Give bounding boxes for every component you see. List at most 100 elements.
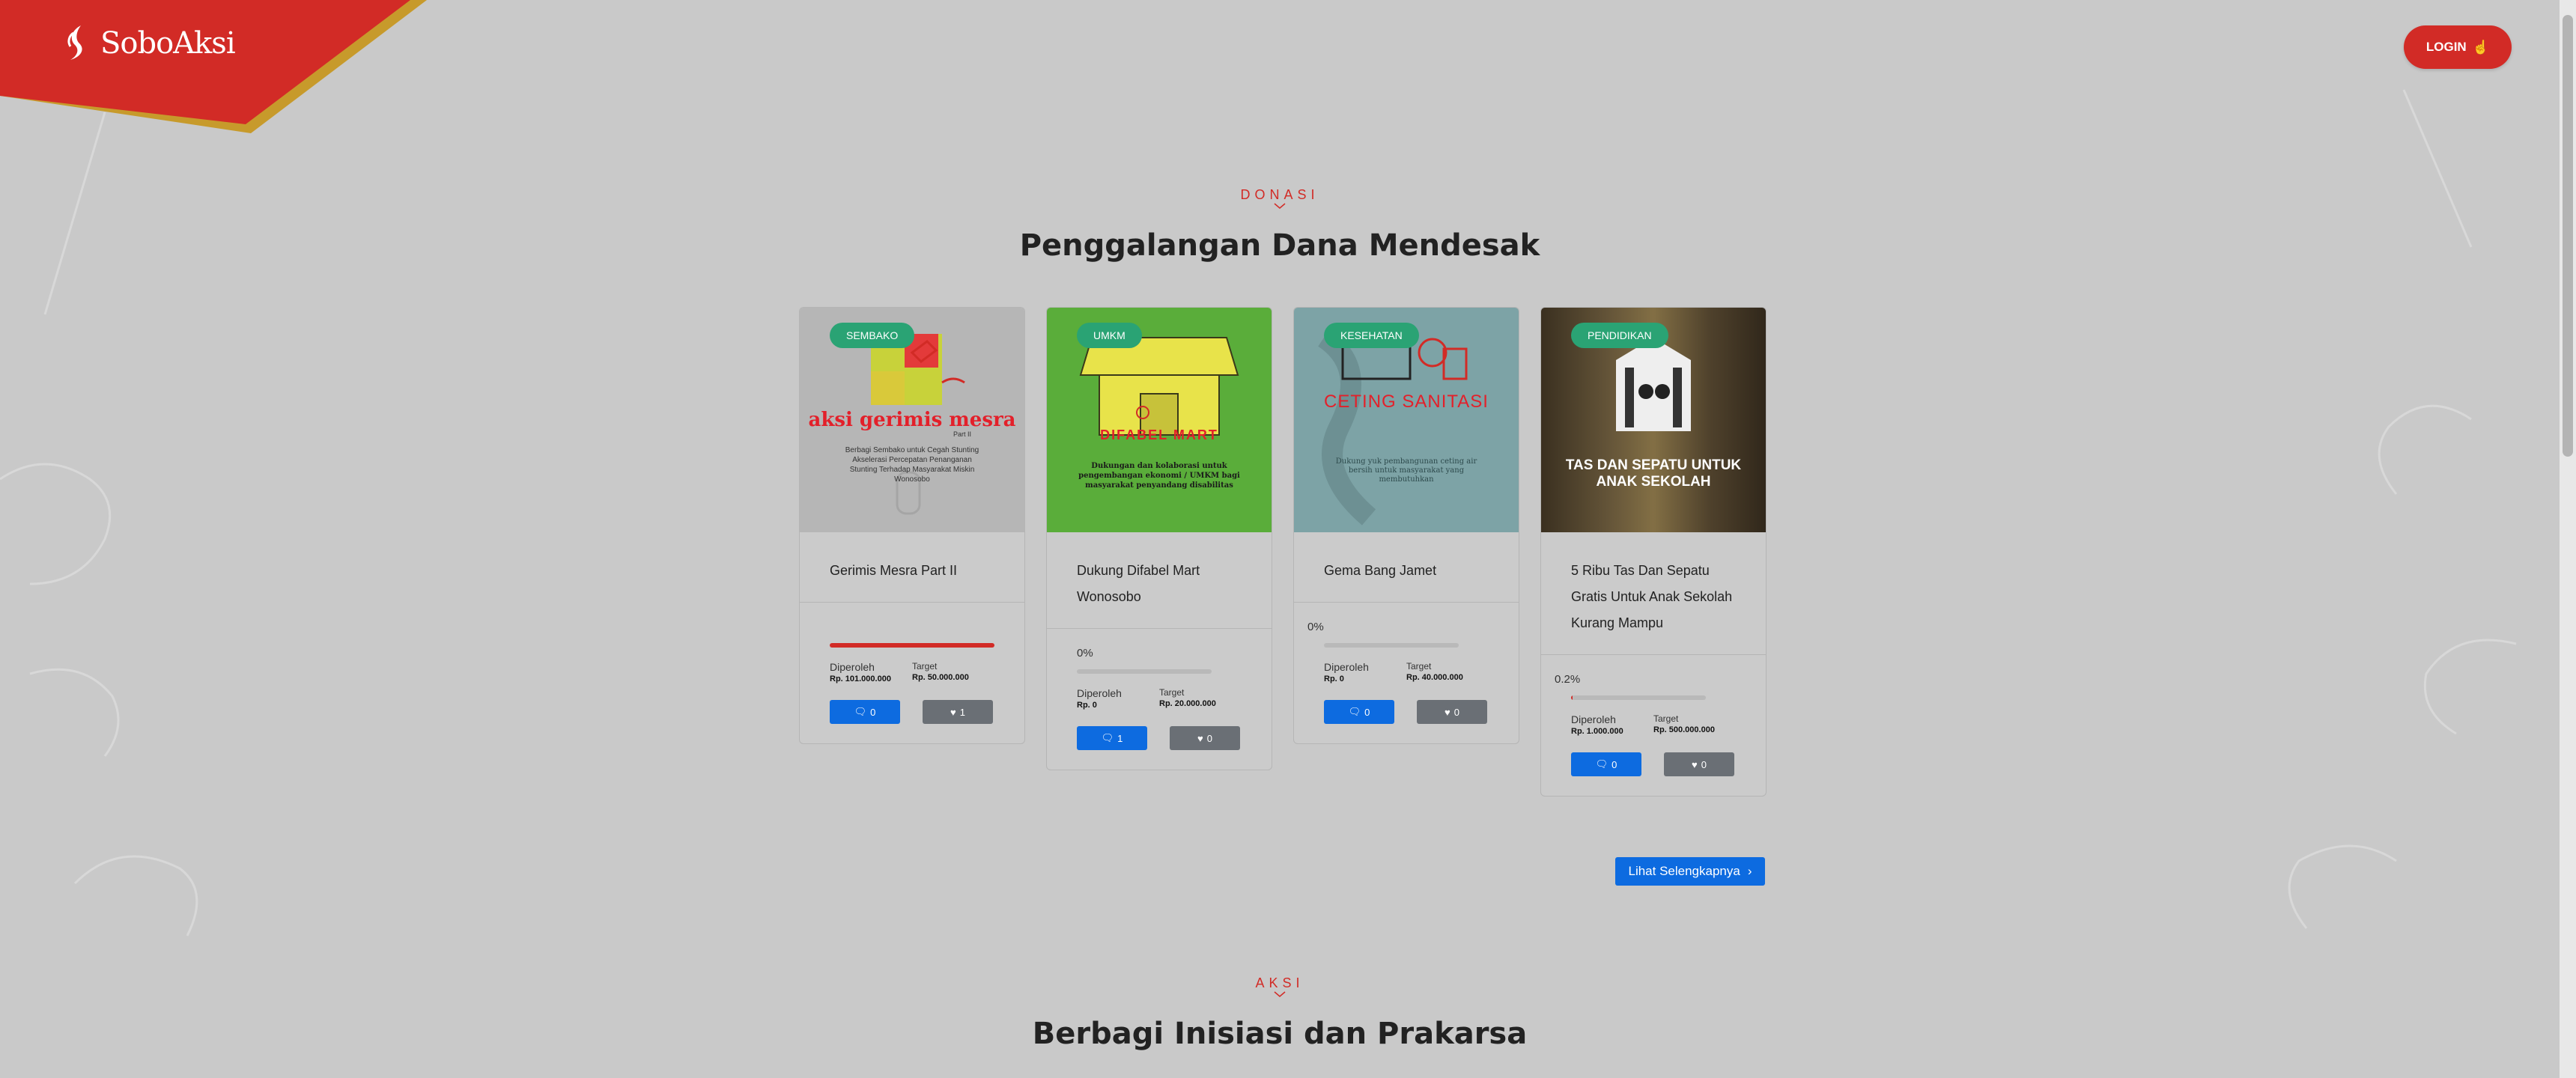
campaign-card[interactable]: SEMBAKO aksi gerimis mesra Part II Berba… [799, 307, 1025, 744]
campaign-image[interactable]: SEMBAKO aksi gerimis mesra Part II Berba… [800, 308, 1024, 532]
like-count: 0 [1701, 758, 1707, 770]
comment-icon: 🗨 [1595, 758, 1609, 770]
campaign-card[interactable]: PENDIDIKAN TAS DAN SEPATU UNTUK ANAK SEK… [1540, 307, 1767, 797]
card-title-area: Gema Bang Jamet [1294, 532, 1519, 603]
like-button[interactable]: ♥ 1 [923, 700, 993, 724]
card-body: 0% Diperoleh Rp. 0 Target Rp. 40.000.000… [1294, 603, 1519, 743]
comment-count: 1 [1117, 732, 1123, 744]
card-actions: 🗨 0 ♥ 0 [1324, 700, 1489, 724]
campaign-title[interactable]: 5 Ribu Tas Dan Sepatu Gratis Untuk Anak … [1571, 558, 1736, 636]
donasi-tag-label: DONASI [1240, 187, 1319, 202]
comment-icon: 🗨 [854, 706, 867, 717]
donasi-section-title: Penggalangan Dana Mendesak [1019, 228, 1540, 263]
see-more-button[interactable]: Lihat Selengkapnya › [1615, 857, 1765, 886]
target-stat: Target Rp. 50.000.000 [912, 661, 994, 683]
campaign-stats: Diperoleh Rp. 101.000.000 Target Rp. 50.… [830, 661, 994, 683]
received-value: Rp. 1.000.000 [1571, 727, 1623, 736]
image-heading: DIFABEL MART [1100, 427, 1218, 442]
aksi-section-title: Berbagi Inisiasi dan Prakarsa [1032, 1017, 1528, 1051]
target-label: Target [1406, 661, 1432, 672]
like-button[interactable]: ♥ 0 [1664, 752, 1734, 776]
aksi-section-tag: AKSI [0, 975, 2560, 997]
comment-count: 0 [870, 706, 876, 718]
card-title-area: 5 Ribu Tas Dan Sepatu Gratis Untuk Anak … [1541, 532, 1766, 655]
received-stat: Diperoleh Rp. 1.000.000 [1571, 713, 1653, 736]
login-button[interactable]: LOGIN ☝ [2404, 25, 2512, 69]
chevron-right-icon: › [1747, 864, 1752, 878]
card-actions: 🗨 0 ♥ 1 [830, 700, 994, 724]
heart-icon: ♥ [1197, 732, 1203, 744]
target-value: Rp. 500.000.000 [1653, 725, 1715, 734]
login-label: LOGIN [2425, 40, 2467, 54]
aksi-tag-label: AKSI [1255, 975, 1304, 990]
target-stat: Target Rp. 40.000.000 [1406, 661, 1489, 683]
image-heading: TAS DAN SEPATU UNTUK ANAK SEKOLAH [1565, 457, 1742, 490]
header-logo-banner [0, 0, 427, 133]
campaign-title[interactable]: Gema Bang Jamet [1324, 558, 1489, 584]
target-label: Target [912, 661, 938, 672]
progress-percent [813, 621, 994, 637]
campaign-image[interactable]: KESEHATAN CETING SANITASI Dukung yuk pem… [1294, 308, 1519, 532]
progress-bar [1571, 695, 1706, 700]
received-stat: Diperoleh Rp. 101.000.000 [830, 661, 912, 683]
progress-bar-fill [1571, 695, 1573, 700]
received-value: Rp. 101.000.000 [830, 674, 891, 683]
received-label: Diperoleh [1571, 713, 1616, 725]
card-title-area: Dukung Difabel Mart Wonosobo [1047, 532, 1272, 629]
card-actions: 🗨 0 ♥ 0 [1571, 752, 1736, 776]
scrollbar-thumb[interactable] [2563, 15, 2573, 457]
received-value: Rp. 0 [1077, 701, 1097, 710]
like-count: 0 [1453, 706, 1459, 718]
comment-button[interactable]: 🗨 0 [1324, 700, 1394, 724]
image-heading: CETING SANITASI [1324, 392, 1489, 412]
image-caption: Dukungan dan kolaborasi untuk pengembang… [1078, 462, 1240, 490]
image-subheading: Part II [953, 430, 972, 438]
like-count: 1 [959, 706, 965, 718]
category-badge: KESEHATAN [1324, 323, 1419, 348]
page-scrollbar[interactable] [2560, 0, 2576, 1078]
image-caption: Berbagi Sembako untuk Cegah Stunting Aks… [845, 446, 979, 484]
campaign-card[interactable]: UMKM DIFABEL MART Dukungan dan kolaboras… [1046, 307, 1272, 770]
target-value: Rp. 50.000.000 [912, 673, 969, 682]
progress-percent: 0% [1307, 621, 1324, 633]
comment-count: 0 [1364, 706, 1370, 718]
progress-percent: 0% [1077, 647, 1093, 660]
card-body: 0% Diperoleh Rp. 0 Target Rp. 20.000.000… [1047, 629, 1272, 770]
progress-bar [1077, 669, 1212, 674]
brand-logo[interactable]: SoboAksi [61, 22, 236, 64]
received-stat: Diperoleh Rp. 0 [1324, 661, 1406, 683]
card-body: Diperoleh Rp. 101.000.000 Target Rp. 50.… [800, 603, 1024, 743]
comment-button[interactable]: 🗨 0 [1571, 752, 1641, 776]
comment-icon: 🗨 [1101, 732, 1114, 743]
like-button[interactable]: ♥ 0 [1417, 700, 1487, 724]
heart-icon: ♥ [950, 706, 956, 718]
comment-button[interactable]: 🗨 1 [1077, 726, 1147, 750]
target-value: Rp. 40.000.000 [1406, 673, 1463, 682]
card-actions: 🗨 1 ♥ 0 [1077, 726, 1242, 750]
progress-bar-fill [830, 643, 994, 648]
progress-percent: 0.2% [1555, 673, 1581, 686]
campaign-stats: Diperoleh Rp. 1.000.000 Target Rp. 500.0… [1571, 713, 1736, 736]
target-stat: Target Rp. 20.000.000 [1159, 687, 1242, 710]
campaign-title[interactable]: Dukung Difabel Mart Wonosobo [1077, 558, 1242, 610]
target-value: Rp. 20.000.000 [1159, 699, 1216, 708]
category-badge: UMKM [1077, 323, 1142, 348]
heart-icon: ♥ [1692, 758, 1698, 770]
donasi-section-tag: DONASI [0, 187, 2560, 209]
comment-button[interactable]: 🗨 0 [830, 700, 900, 724]
progress-bar [1324, 643, 1459, 648]
target-label: Target [1159, 687, 1185, 698]
campaign-stats: Diperoleh Rp. 0 Target Rp. 20.000.000 [1077, 687, 1242, 710]
campaign-image[interactable]: UMKM DIFABEL MART Dukungan dan kolaboras… [1047, 308, 1272, 532]
progress-bar [830, 643, 994, 648]
received-label: Diperoleh [830, 661, 875, 673]
received-label: Diperoleh [1324, 661, 1369, 673]
like-button[interactable]: ♥ 0 [1170, 726, 1240, 750]
target-label: Target [1653, 713, 1679, 724]
campaign-card[interactable]: KESEHATAN CETING SANITASI Dukung yuk pem… [1293, 307, 1519, 744]
campaign-image[interactable]: PENDIDIKAN TAS DAN SEPATU UNTUK ANAK SEK… [1541, 308, 1766, 532]
received-value: Rp. 0 [1324, 674, 1344, 683]
target-stat: Target Rp. 500.000.000 [1653, 713, 1736, 736]
see-more-label: Lihat Selengkapnya [1628, 864, 1740, 878]
campaign-title[interactable]: Gerimis Mesra Part II [830, 558, 994, 584]
